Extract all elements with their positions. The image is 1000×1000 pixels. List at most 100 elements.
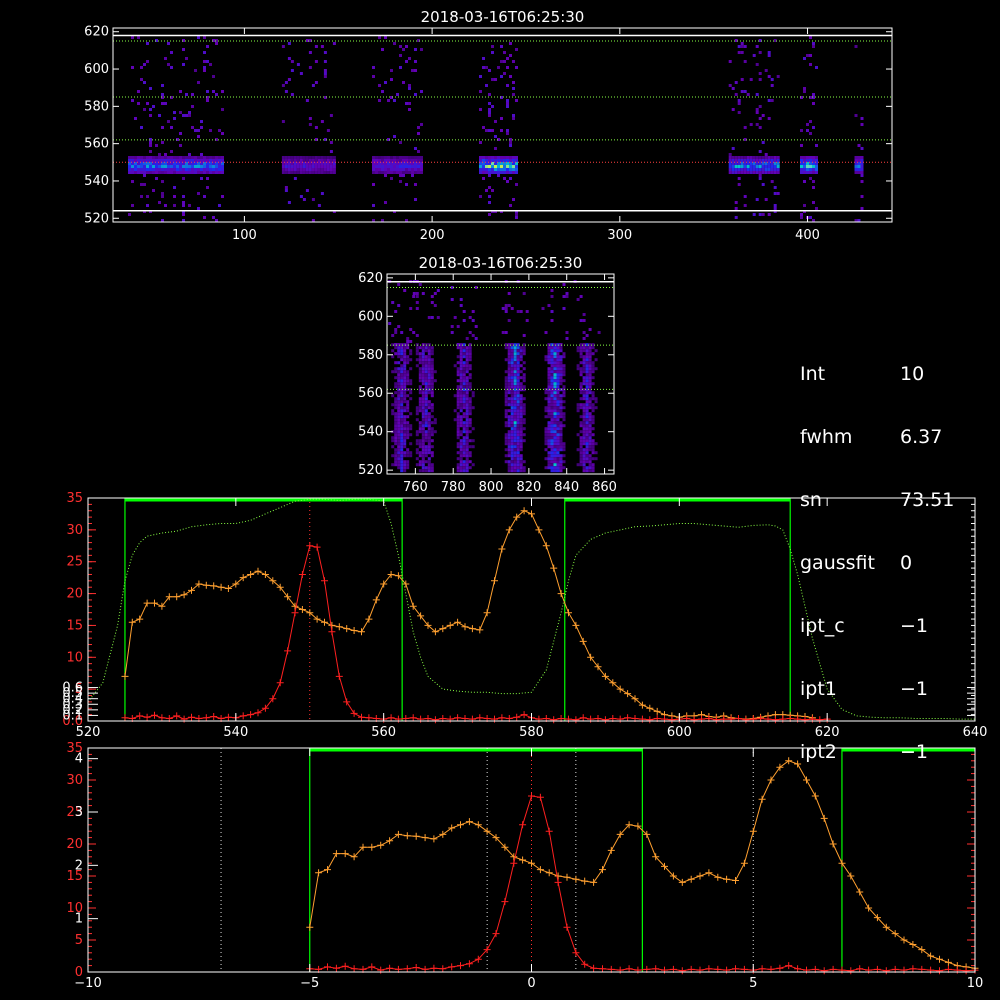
panel-mid-image-pixel — [510, 370, 514, 374]
panel-top-image-pixel — [773, 168, 777, 171]
panel-mid-image-pixel — [553, 418, 557, 422]
panel-mid-image-pixel — [394, 361, 398, 365]
panel-top-image-pixel — [155, 171, 158, 174]
panel-mid-image-pixel — [409, 454, 413, 458]
panel-top-image-pixel — [317, 159, 321, 162]
panel-top-image-pixel — [384, 171, 387, 174]
panel-mid-image-pixel — [591, 397, 595, 401]
panel-mid-image-pixel — [588, 418, 592, 422]
panel-mid-image-pixel — [556, 457, 560, 461]
panel-spectrum-lower-marker-red — [332, 964, 340, 972]
panel-mid-image-pixel — [400, 415, 404, 419]
panel-mid-image-pixel — [579, 460, 583, 464]
panel-mid-image-pixel — [465, 349, 469, 353]
panel-spectrum-upper-marker-orange — [358, 628, 365, 636]
panel-top-image-pixel — [411, 165, 414, 168]
panel-mid-image-pixel — [450, 325, 454, 328]
panel-mid-image-pixel — [582, 466, 586, 470]
panel-top-image-pixel — [323, 72, 327, 75]
panel-mid-image-pixel — [415, 439, 419, 443]
panel-top-image-pixel — [740, 165, 744, 168]
panel-mid-image-pixel — [400, 376, 404, 380]
panel-mid-image-pixel — [459, 400, 463, 404]
info-row-ipt2: ipt2 −1 — [800, 741, 929, 763]
panel-top-image-pixel — [182, 168, 185, 171]
panel-top-image-pixel — [752, 165, 756, 168]
panel-top-image-pixel — [188, 156, 191, 159]
panel-top-image-pixel — [749, 123, 753, 126]
panel-mid-image-pixel — [427, 349, 431, 353]
panel-spectrum-lower-marker-red — [448, 963, 456, 971]
panel-mid-image-pixel — [504, 304, 508, 307]
panel-spectrum-upper-xtick-label: 640 — [963, 725, 988, 740]
panel-mid-image-pixel — [394, 376, 398, 380]
panel-mid-image-pixel — [544, 397, 548, 401]
panel-top-image-pixel — [812, 126, 815, 129]
panel-mid-image-pixel — [582, 433, 586, 437]
panel-top-image-pixel — [482, 156, 485, 159]
panel-spectrum-lower-marker-red — [732, 965, 739, 973]
panel-mid-image-pixel — [397, 352, 401, 356]
panel-mid-image-pixel — [550, 364, 554, 368]
panel-mid-image-pixel — [462, 463, 466, 467]
panel-mid-image-pixel — [556, 412, 560, 416]
panel-top-image-pixel — [296, 63, 300, 66]
panel-mid-image-pixel — [397, 409, 401, 413]
panel-mid-image-pixel — [424, 430, 428, 434]
panel-mid-image-pixel — [522, 346, 526, 350]
panel-mid-image-pixel — [456, 442, 460, 446]
panel-top-image-pixel — [134, 159, 137, 162]
panel-mid-image-pixel — [504, 403, 508, 407]
panel-mid-image-pixel — [513, 424, 517, 428]
panel-top-image-pixel — [375, 165, 378, 168]
panel-mid-image-pixel — [400, 466, 404, 470]
panel-mid-image-pixel — [576, 448, 580, 452]
panel-top-image-pixel — [387, 159, 390, 162]
panel-top-image-pixel — [326, 129, 330, 132]
panel-mid-image-pixel — [409, 382, 413, 386]
panel-top-image-pixel — [167, 159, 170, 162]
panel-mid-image-pixel — [556, 442, 560, 446]
panel-mid-image-pixel — [462, 346, 466, 350]
panel-mid-image-pixel — [453, 394, 457, 398]
panel-top-image-pixel — [197, 168, 200, 171]
panel-mid-image-pixel — [588, 403, 592, 407]
panel-mid-image-pixel — [504, 370, 508, 374]
panel-top-image-pixel — [170, 168, 173, 171]
panel-mid-image-pixel — [421, 430, 425, 434]
panel-mid-image-pixel — [559, 436, 563, 440]
panel-top-image-ytick-label: 620 — [84, 25, 109, 40]
panel-top-image-pixel — [399, 141, 402, 144]
panel-mid-image-pixel — [397, 445, 401, 449]
panel-mid-image-pixel — [456, 445, 460, 449]
panel-spectrum-upper-marker-red — [151, 711, 158, 719]
panel-top-image-pixel — [290, 159, 294, 162]
panel-top-image-pixel — [203, 168, 206, 171]
panel-spectrum-upper-markers-red — [121, 542, 831, 724]
panel-top-image-pixel — [164, 102, 167, 105]
panel-top-image-pixel — [308, 171, 312, 174]
panel-mid-image-pixel — [468, 376, 472, 380]
panel-top-image-pixel — [393, 165, 396, 168]
panel-top-image-pixel — [734, 207, 738, 210]
panel-mid-image-pixel — [504, 385, 508, 389]
panel-top-image-pixel — [512, 171, 515, 174]
panel-top-image-pixel — [737, 177, 741, 180]
panel-top-image-pixel — [384, 81, 387, 84]
panel-mid-image-pixel — [397, 400, 401, 404]
panel-top-image-pixel — [494, 159, 497, 162]
panel-mid-image-pixel — [456, 400, 460, 404]
panel-mid-image-pixel — [459, 355, 463, 359]
panel-mid-image-pixel — [465, 454, 469, 458]
panel-mid-image-pixel — [397, 433, 401, 437]
panel-mid-image-pixel — [427, 358, 431, 362]
panel-mid-image-pixel — [556, 469, 560, 473]
panel-top-image-pixel — [332, 165, 336, 168]
panel-mid-image-pixel — [516, 433, 520, 437]
panel-mid-image-pixel — [594, 367, 598, 371]
panel-mid-image-pixel — [519, 355, 523, 359]
panel-mid-image-pixel — [400, 418, 404, 422]
panel-top-image-pixel — [155, 159, 158, 162]
panel-mid-image-pixel — [471, 406, 475, 410]
panel-spectrum-lower-marker-orange — [829, 840, 837, 848]
